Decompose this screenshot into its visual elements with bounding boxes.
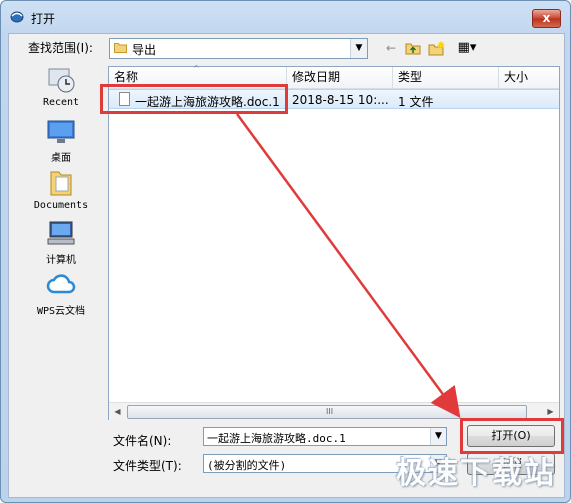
annotation-arrow: [235, 113, 461, 419]
watermark: 极速下载站: [396, 456, 556, 491]
open-file-dialog: 打开 x 查找范围(I): 导出 ▼ ← ▦▾ Recent 桌面 Docume…: [0, 0, 571, 503]
